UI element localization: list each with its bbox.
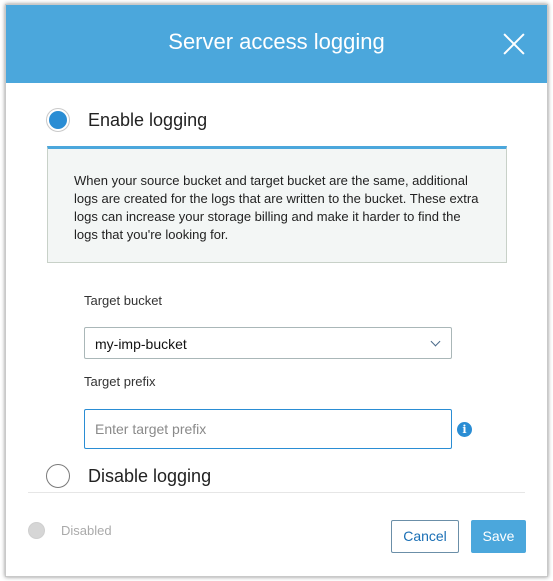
- target-bucket-label: Target bucket: [84, 293, 163, 308]
- cancel-button[interactable]: Cancel: [391, 520, 459, 553]
- save-button[interactable]: Save: [471, 520, 526, 553]
- target-prefix-label: Target prefix: [84, 374, 156, 389]
- info-icon[interactable]: i: [457, 422, 472, 437]
- info-message: When your source bucket and target bucke…: [47, 146, 507, 263]
- chevron-down-icon: [430, 336, 441, 347]
- status-text: Disabled: [61, 523, 112, 538]
- enable-logging-option[interactable]: Enable logging: [46, 108, 207, 132]
- disable-logging-label: Disable logging: [88, 465, 212, 486]
- enable-logging-radio[interactable]: [46, 108, 70, 132]
- dialog-title: Server access logging: [168, 29, 385, 54]
- target-prefix-input[interactable]: [84, 409, 452, 449]
- close-icon[interactable]: [503, 33, 525, 55]
- server-access-logging-dialog: Server access logging Enable logging Whe…: [5, 4, 548, 577]
- status-dot-icon: [28, 522, 45, 539]
- logging-status: Disabled: [28, 522, 112, 539]
- dialog-header: Server access logging: [6, 5, 547, 83]
- target-bucket-value: my-imp-bucket: [95, 336, 187, 352]
- target-bucket-select[interactable]: my-imp-bucket: [84, 327, 452, 359]
- info-message-text: When your source bucket and target bucke…: [74, 173, 479, 242]
- footer-divider: [28, 492, 525, 493]
- enable-logging-label: Enable logging: [88, 109, 208, 130]
- disable-logging-option[interactable]: Disable logging: [46, 464, 211, 488]
- disable-logging-radio[interactable]: [46, 464, 70, 488]
